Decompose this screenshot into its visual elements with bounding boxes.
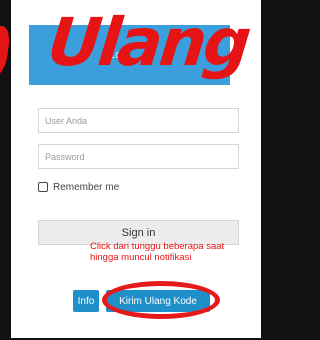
- instruction-note: Click dan tunggu beberapa saat hingga mu…: [90, 241, 260, 263]
- remember-label: Remember me: [53, 181, 120, 193]
- instruction-note-line-2: hingga muncul notifikasi: [90, 252, 192, 263]
- header-title: Lo...: [109, 48, 132, 61]
- info-button[interactable]: Info: [73, 290, 99, 312]
- remember-checkbox[interactable]: [38, 182, 48, 192]
- instruction-note-line-1: Click dan tunggu beberapa saat: [90, 241, 225, 252]
- password-field-wrapper: [38, 144, 239, 169]
- username-input[interactable]: [39, 109, 238, 133]
- red-annotation-stroke: [0, 26, 12, 76]
- remember-me[interactable]: Remember me: [38, 180, 119, 194]
- username-field-wrapper: [38, 108, 239, 133]
- password-input[interactable]: [39, 145, 238, 169]
- resend-code-button[interactable]: Kirim Ulang Kode: [106, 290, 210, 312]
